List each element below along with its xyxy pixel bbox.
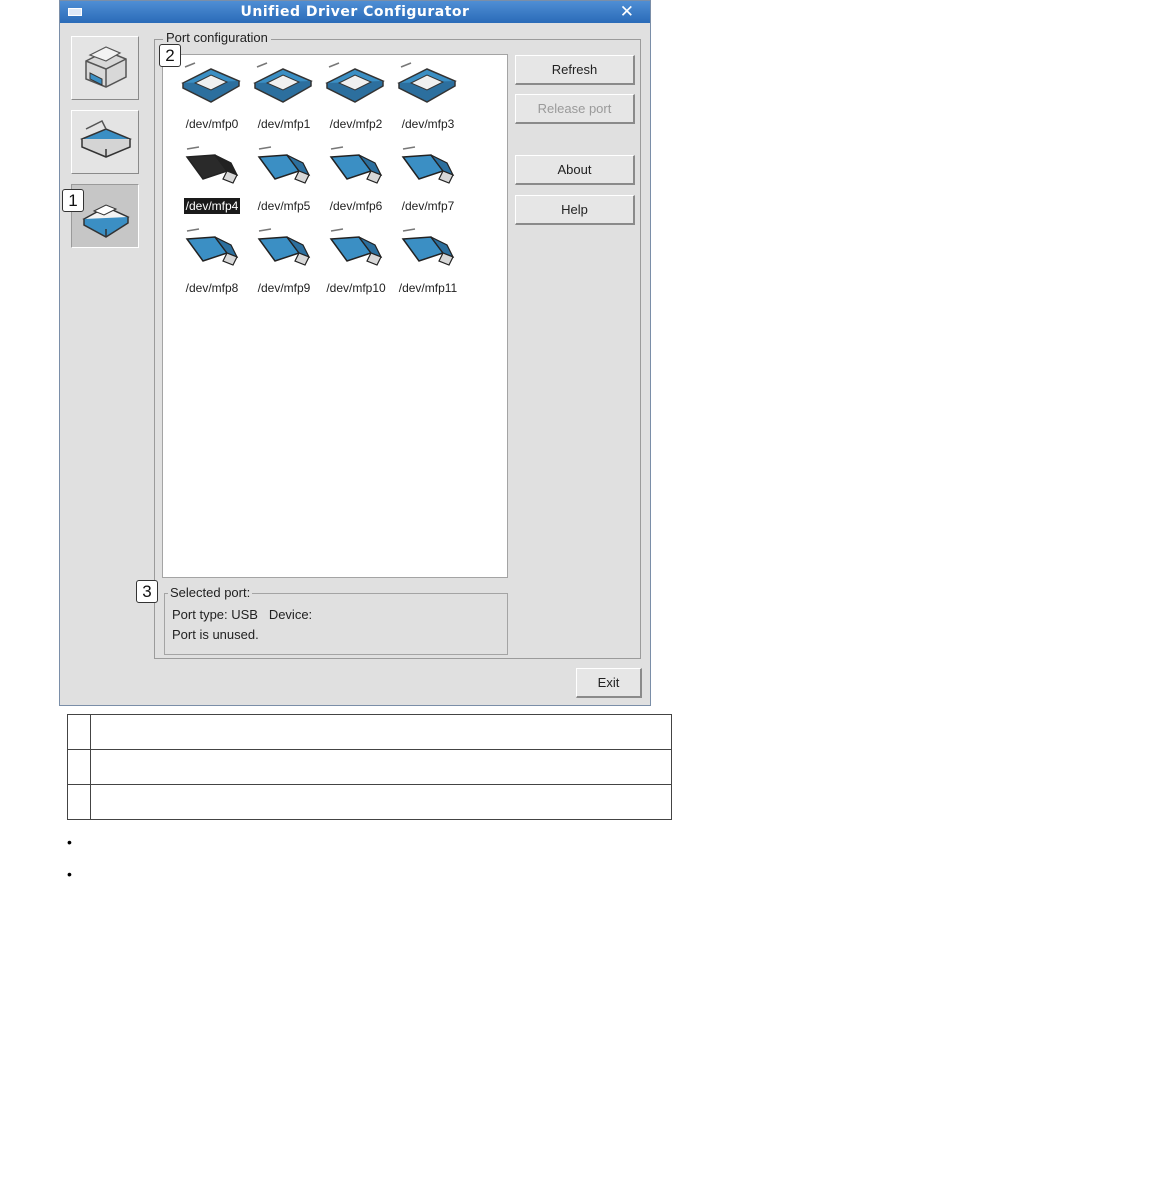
usb-port-icon — [185, 146, 239, 184]
callout-marker: 2 — [159, 44, 181, 67]
port-label: /dev/mfp9 — [245, 281, 323, 295]
port-label: /dev/mfp10 — [317, 281, 395, 295]
port-label: /dev/mfp3 — [389, 117, 467, 131]
port-label: /dev/mfp11 — [389, 281, 467, 295]
bullet-point: • — [67, 866, 72, 882]
port-label-text: /dev/mfp8 — [185, 281, 239, 295]
port-list[interactable]: /dev/mfp0/dev/mfp1/dev/mfp2/dev/mfp3/dev… — [162, 54, 508, 578]
usb-port-icon — [329, 228, 383, 266]
usb-port-icon — [329, 146, 383, 184]
port-label-text: /dev/mfp1 — [257, 117, 311, 131]
port-item[interactable]: /dev/mfp9 — [245, 219, 323, 299]
port-label-text: /dev/mfp4 — [183, 198, 241, 214]
about-button[interactable]: About — [515, 155, 635, 185]
exit-button[interactable]: Exit — [576, 668, 642, 698]
port-item[interactable]: /dev/mfp1 — [245, 55, 323, 135]
port-icon — [82, 204, 130, 238]
port-item[interactable]: /dev/mfp6 — [317, 137, 395, 217]
port-label: /dev/mfp5 — [245, 199, 323, 213]
port-item[interactable]: /dev/mfp3 — [389, 55, 467, 135]
usb-port-icon — [401, 228, 455, 266]
title-bar[interactable]: Unified Driver Configurator ✕ — [60, 1, 650, 23]
port-item[interactable]: /dev/mfp5 — [245, 137, 323, 217]
port-label: /dev/mfp6 — [317, 199, 395, 213]
port-label-text: /dev/mfp9 — [257, 281, 311, 295]
port-item[interactable]: /dev/mfp2 — [317, 55, 395, 135]
callout-marker: 1 — [62, 189, 84, 212]
port-label: /dev/mfp0 — [173, 117, 251, 131]
port-label: /dev/mfp8 — [173, 281, 251, 295]
selected-port-frame — [164, 593, 508, 655]
usb-port-icon — [401, 146, 455, 184]
callout-marker: 3 — [136, 580, 158, 603]
port-label-text: /dev/mfp7 — [401, 199, 455, 213]
parallel-port-icon — [325, 62, 385, 103]
port-configuration-legend: Port configuration — [163, 30, 271, 45]
port-label: /dev/mfp4 — [173, 198, 251, 214]
port-label-text: /dev/mfp11 — [398, 281, 458, 295]
port-label-text: /dev/mfp0 — [185, 117, 239, 131]
usb-port-icon — [257, 228, 311, 266]
close-icon[interactable]: ✕ — [620, 2, 634, 22]
port-label: /dev/mfp2 — [317, 117, 395, 131]
port-label-text: /dev/mfp5 — [257, 199, 311, 213]
sidebar-item-printers[interactable] — [71, 36, 139, 100]
window-title: Unified Driver Configurator — [240, 4, 470, 20]
port-item[interactable]: /dev/mfp8 — [173, 219, 251, 299]
port-item[interactable]: /dev/mfp0 — [173, 55, 251, 135]
parallel-port-icon — [181, 62, 241, 103]
bullet-point: • — [67, 834, 72, 850]
port-label-text: /dev/mfp6 — [329, 199, 383, 213]
parallel-port-icon — [253, 62, 313, 103]
port-label: /dev/mfp7 — [389, 199, 467, 213]
table-row — [67, 749, 672, 785]
port-item[interactable]: /dev/mfp4 — [173, 137, 251, 217]
usb-port-icon — [185, 228, 239, 266]
port-label: /dev/mfp1 — [245, 117, 323, 131]
selected-port-type: Port type: USB Device: — [172, 607, 313, 622]
printer-icon — [85, 46, 127, 88]
table-row — [67, 714, 672, 750]
port-label-text: /dev/mfp2 — [329, 117, 383, 131]
selected-port-status: Port is unused. — [172, 627, 259, 642]
refresh-button[interactable]: Refresh — [515, 55, 635, 85]
port-item[interactable]: /dev/mfp10 — [317, 219, 395, 299]
release-port-button[interactable]: Release port — [515, 94, 635, 124]
callout-legend-table — [67, 714, 672, 820]
port-item[interactable]: /dev/mfp7 — [389, 137, 467, 217]
scanner-icon — [80, 119, 132, 158]
usb-port-icon — [257, 146, 311, 184]
sidebar-item-scanners[interactable] — [71, 110, 139, 174]
port-label-text: /dev/mfp10 — [326, 281, 386, 295]
help-button[interactable]: Help — [515, 195, 635, 225]
selected-port-legend: Selected port: — [168, 585, 253, 600]
port-item[interactable]: /dev/mfp11 — [389, 219, 467, 299]
parallel-port-icon — [397, 62, 457, 103]
table-row — [67, 784, 672, 820]
port-label-text: /dev/mfp3 — [401, 117, 455, 131]
